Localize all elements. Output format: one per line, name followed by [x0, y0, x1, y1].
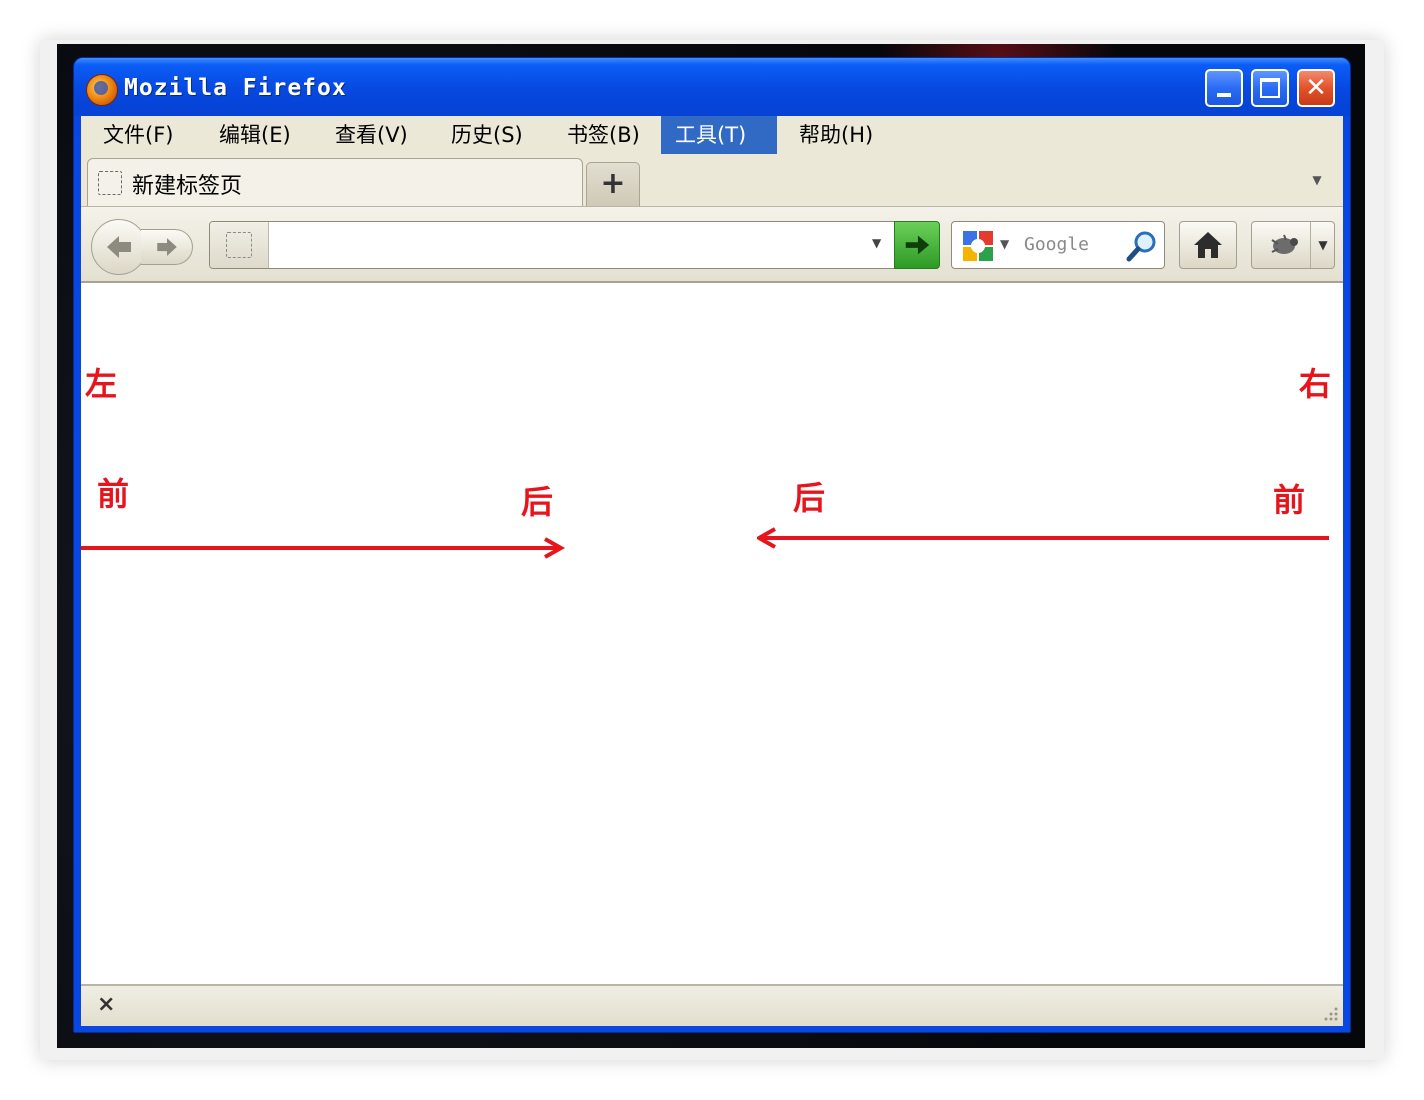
- menu-history[interactable]: 历史(S): [437, 116, 537, 154]
- search-placeholder[interactable]: Google: [1024, 234, 1089, 255]
- menu-file[interactable]: 文件(F): [89, 116, 187, 154]
- menu-bookmarks[interactable]: 书签(B): [553, 116, 654, 154]
- home-button[interactable]: [1179, 221, 1237, 269]
- arrow-right-pointing: [81, 537, 566, 559]
- address-bar[interactable]: ▼: [209, 221, 940, 269]
- menu-bar: 文件(F) 编辑(E) 查看(V) 历史(S) 书签(B) 工具(T) 帮助(H…: [81, 116, 1343, 154]
- go-button[interactable]: [894, 221, 940, 269]
- minimize-icon: [1217, 93, 1231, 97]
- blank-page-icon: [98, 171, 122, 195]
- close-icon: ✕: [1305, 73, 1327, 103]
- site-identity-button[interactable]: [210, 222, 269, 268]
- search-engine-dropdown[interactable]: ▼: [1000, 237, 1009, 251]
- menu-edit[interactable]: 编辑(E): [205, 116, 305, 154]
- chevron-down-icon: ▼: [1318, 238, 1328, 252]
- back-button[interactable]: [91, 219, 147, 275]
- menu-view[interactable]: 查看(V): [321, 116, 422, 154]
- navigation-toolbar: ▼ ▼ Google ▼: [81, 206, 1343, 282]
- maximize-button[interactable]: [1251, 69, 1289, 107]
- search-bar[interactable]: ▼ Google: [951, 221, 1165, 269]
- tab-label: 新建标签页: [132, 174, 243, 199]
- arrow-left-pointing: [757, 527, 1329, 549]
- page-content: 左 右 前 后 后 前: [81, 282, 1343, 985]
- label-left: 左: [85, 365, 118, 403]
- arrow-right-icon: [156, 238, 177, 256]
- close-button[interactable]: ✕: [1297, 69, 1335, 107]
- resize-grip-icon[interactable]: [1321, 1004, 1339, 1022]
- status-bar: ×: [81, 984, 1343, 1026]
- tab-new-tab[interactable]: 新建标签页: [87, 158, 583, 206]
- firefox-icon: [86, 74, 118, 106]
- addon-button[interactable]: ▼: [1251, 221, 1335, 269]
- magnifier-icon[interactable]: [1124, 228, 1160, 264]
- menu-help[interactable]: 帮助(H): [785, 116, 887, 154]
- label-left-back: 后: [521, 483, 554, 521]
- menu-tools[interactable]: 工具(T): [661, 116, 777, 154]
- url-input[interactable]: [272, 228, 866, 264]
- minimize-button[interactable]: [1205, 69, 1243, 107]
- tab-strip: 新建标签页 + ▼: [81, 154, 1343, 206]
- label-right-back: 后: [793, 479, 826, 517]
- url-history-dropdown[interactable]: ▼: [872, 236, 881, 250]
- chevron-down-icon: ▼: [1000, 237, 1010, 251]
- new-tab-button[interactable]: +: [586, 162, 640, 206]
- chevron-down-icon: ▼: [1312, 173, 1322, 187]
- chevron-down-icon: ▼: [872, 236, 882, 250]
- blank-page-icon: [226, 232, 252, 258]
- google-icon[interactable]: [962, 230, 994, 262]
- tab-list-button[interactable]: ▼: [1307, 170, 1327, 190]
- status-close-button[interactable]: ×: [97, 992, 115, 1017]
- label-left-front: 前: [97, 475, 130, 513]
- forward-button[interactable]: [141, 229, 193, 265]
- maximize-icon: [1260, 78, 1280, 98]
- label-right-front: 前: [1273, 481, 1306, 519]
- window-title: Mozilla Firefox: [124, 75, 347, 101]
- addon-dropdown[interactable]: ▼: [1310, 222, 1335, 268]
- label-right: 右: [1299, 365, 1332, 403]
- go-arrow-icon: [905, 235, 930, 255]
- title-bar[interactable]: Mozilla Firefox ✕: [74, 58, 1350, 116]
- browser-window: Mozilla Firefox ✕ 文件(F) 编辑(E) 查看(V) 历史(S…: [73, 57, 1351, 1033]
- browser-client: 文件(F) 编辑(E) 查看(V) 历史(S) 书签(B) 工具(T) 帮助(H…: [81, 116, 1343, 1026]
- arrow-left-icon: [107, 236, 131, 258]
- bug-icon: [1271, 234, 1298, 254]
- home-icon: [1194, 232, 1222, 258]
